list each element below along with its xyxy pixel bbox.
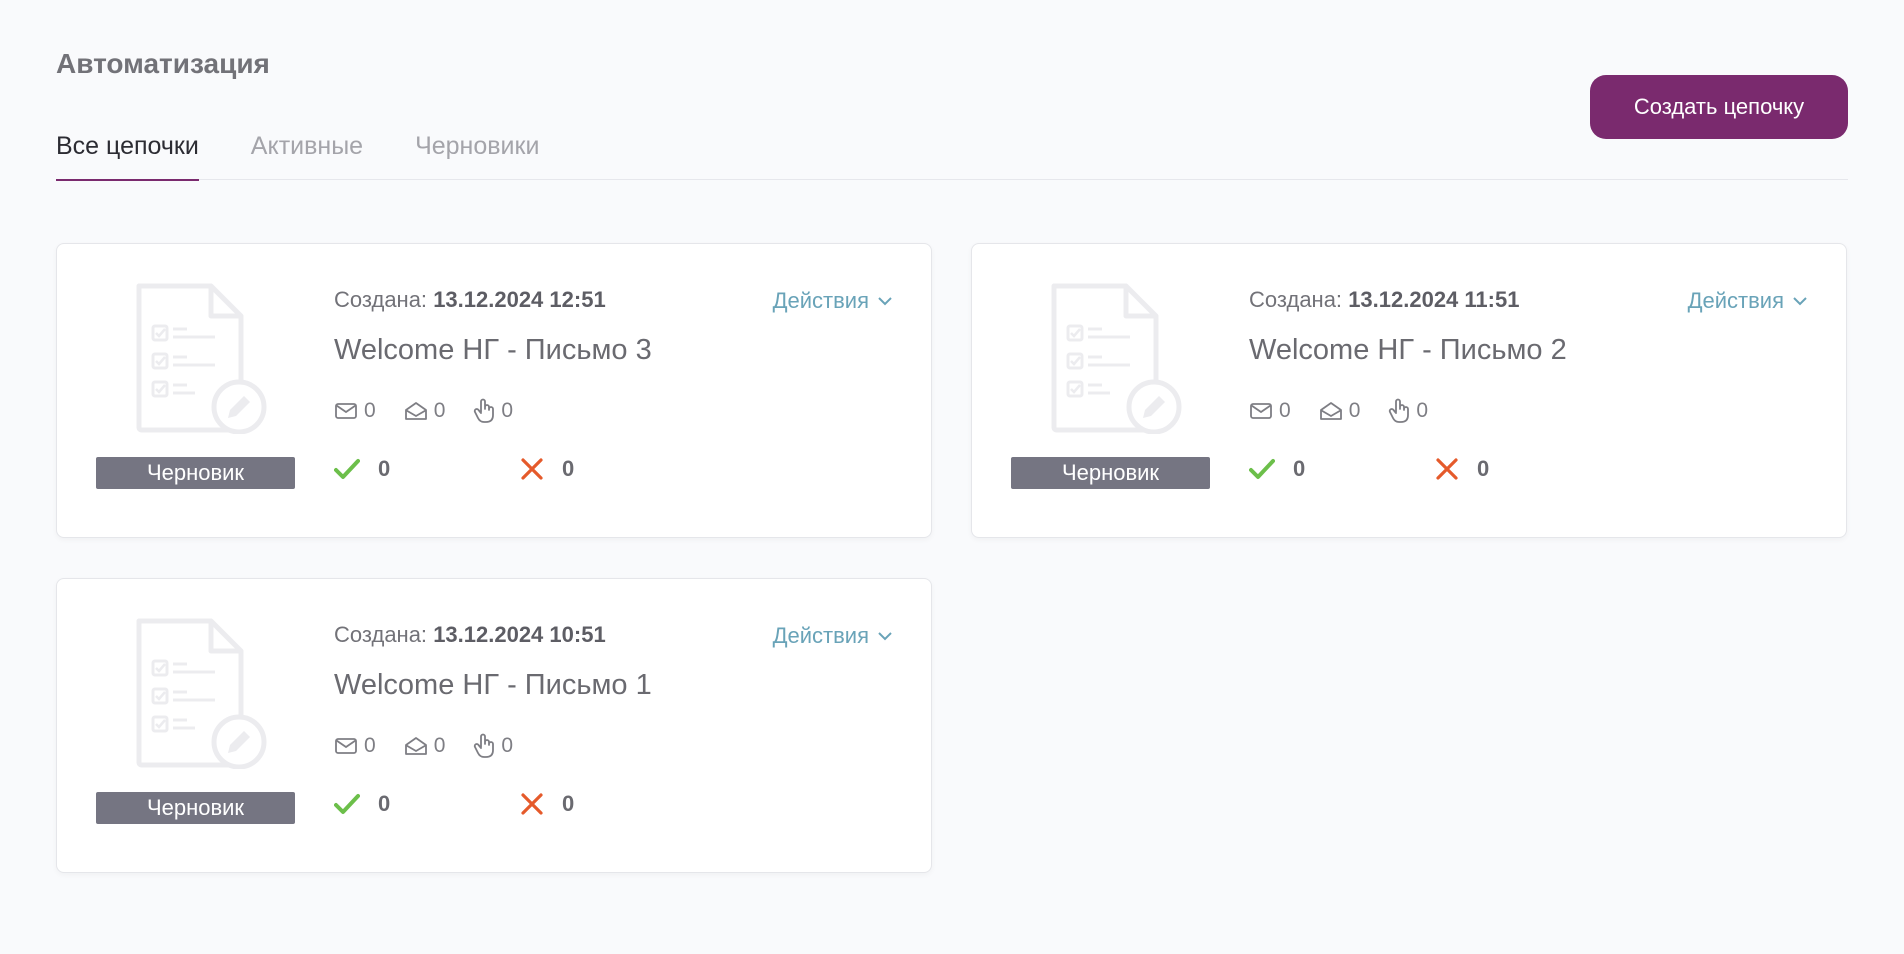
sent-stat: 0 — [1249, 399, 1291, 423]
created-label: Создана: — [1249, 287, 1343, 312]
actions-label: Действия — [772, 288, 869, 313]
created-date: 13.12.2024 10:51 — [433, 622, 606, 647]
pointer-hand-icon — [1389, 398, 1410, 423]
tab-active[interactable]: Активные — [251, 128, 363, 180]
success-result: 0 — [334, 456, 520, 482]
failed-result: 0 — [520, 791, 706, 817]
created-date: 13.12.2024 11:51 — [1348, 287, 1520, 312]
opened-stat: 0 — [404, 399, 446, 423]
document-checklist-icon — [1051, 283, 1182, 434]
chain-stats: 0 0 0 — [1249, 398, 1456, 424]
check-icon — [1249, 459, 1275, 479]
chain-card[interactable]: Черновик Создана: 13.12.2024 11:51 Дейст… — [971, 243, 1847, 538]
actions-dropdown[interactable]: Действия — [1688, 288, 1808, 314]
envelope-open-icon — [1319, 402, 1342, 420]
envelope-icon — [335, 738, 357, 754]
clicked-count: 0 — [501, 734, 514, 757]
chain-results: 0 0 — [334, 791, 706, 817]
actions-label: Действия — [1687, 288, 1784, 313]
chain-card[interactable]: Черновик Создана: 13.12.2024 12:51 Дейст… — [56, 243, 932, 538]
chain-title[interactable]: Welcome НГ - Письмо 3 — [334, 334, 652, 367]
opened-stat: 0 — [1319, 399, 1361, 423]
envelope-icon — [335, 403, 357, 419]
chevron-down-icon — [1793, 297, 1807, 306]
clicked-stat: 0 — [473, 733, 513, 759]
created-label: Создана: — [334, 287, 428, 312]
envelope-open-icon — [404, 737, 427, 755]
status-badge: Черновик — [96, 792, 295, 824]
envelope-open-icon — [404, 402, 427, 420]
clicked-stat: 0 — [473, 398, 513, 424]
created-label: Создана: — [334, 622, 428, 647]
success-count: 0 — [378, 456, 391, 481]
success-result: 0 — [1249, 456, 1435, 482]
document-checklist-icon — [136, 618, 267, 769]
chain-stats: 0 0 0 — [334, 733, 541, 759]
tabs-bar: Все цепочки Активные Черновики — [56, 128, 1848, 181]
failed-result: 0 — [520, 456, 706, 482]
opened-count: 0 — [433, 399, 446, 422]
sent-stat: 0 — [334, 734, 376, 758]
cross-icon — [521, 458, 543, 480]
opened-count: 0 — [433, 734, 446, 757]
actions-label: Действия — [772, 623, 869, 648]
check-icon — [334, 459, 360, 479]
created-info: Создана: 13.12.2024 10:51 — [334, 622, 606, 648]
automation-page: Автоматизация Создать цепочку Все цепочк… — [0, 0, 1904, 954]
check-icon — [334, 794, 360, 814]
sent-count: 0 — [364, 734, 376, 757]
sent-count: 0 — [1279, 399, 1291, 422]
envelope-icon — [1250, 403, 1272, 419]
status-badge: Черновик — [1011, 457, 1210, 489]
clicked-stat: 0 — [1388, 398, 1428, 424]
created-date: 13.12.2024 12:51 — [433, 287, 606, 312]
pointer-hand-icon — [474, 733, 495, 758]
cross-icon — [1436, 458, 1458, 480]
failed-count: 0 — [1477, 456, 1490, 481]
tab-drafts[interactable]: Черновики — [415, 128, 539, 180]
chain-results: 0 0 — [1249, 456, 1621, 482]
chain-title[interactable]: Welcome НГ - Письмо 1 — [334, 669, 652, 702]
document-checklist-icon — [136, 283, 267, 434]
failed-count: 0 — [562, 456, 575, 481]
pointer-hand-icon — [474, 398, 495, 423]
actions-dropdown[interactable]: Действия — [773, 288, 893, 314]
success-count: 0 — [378, 791, 391, 816]
clicked-count: 0 — [501, 399, 514, 422]
opened-stat: 0 — [404, 734, 446, 758]
failed-count: 0 — [562, 791, 575, 816]
success-count: 0 — [1293, 456, 1306, 481]
opened-count: 0 — [1348, 399, 1361, 422]
clicked-count: 0 — [1416, 399, 1429, 422]
chevron-down-icon — [878, 632, 892, 641]
cross-icon — [521, 793, 543, 815]
chevron-down-icon — [878, 297, 892, 306]
chain-card[interactable]: Черновик Создана: 13.12.2024 10:51 Дейст… — [56, 578, 932, 873]
sent-count: 0 — [364, 399, 376, 422]
actions-dropdown[interactable]: Действия — [773, 623, 893, 649]
sent-stat: 0 — [334, 399, 376, 423]
chain-results: 0 0 — [334, 456, 706, 482]
created-info: Создана: 13.12.2024 12:51 — [334, 287, 606, 313]
success-result: 0 — [334, 791, 520, 817]
failed-result: 0 — [1435, 456, 1621, 482]
status-badge: Черновик — [96, 457, 295, 489]
created-info: Создана: 13.12.2024 11:51 — [1249, 287, 1519, 313]
chain-stats: 0 0 0 — [334, 398, 541, 424]
tab-all-chains[interactable]: Все цепочки — [56, 128, 199, 181]
page-title: Автоматизация — [56, 48, 270, 79]
chain-title[interactable]: Welcome НГ - Письмо 2 — [1249, 334, 1567, 367]
